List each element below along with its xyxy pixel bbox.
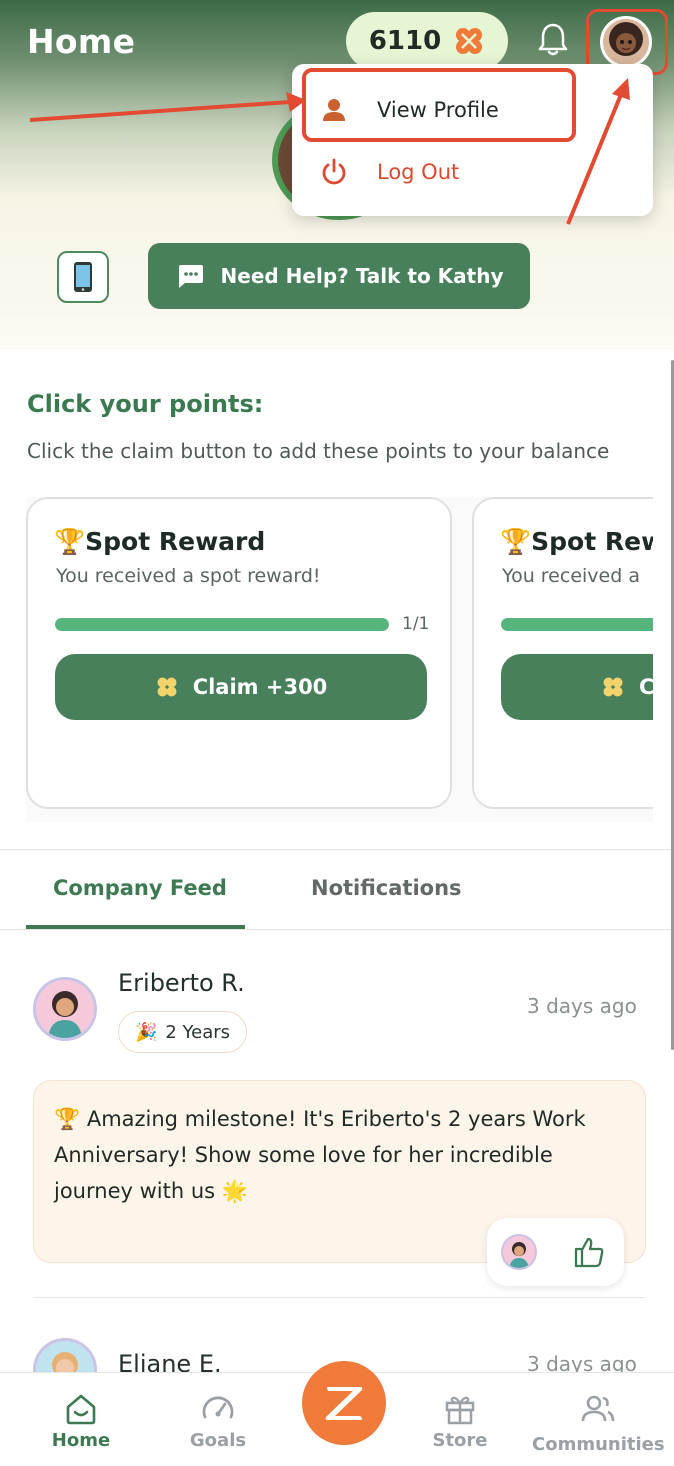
trophy-icon: 🏆	[54, 527, 86, 556]
reward-progress-fill	[501, 618, 653, 631]
reward-cards-carousel[interactable]: 🏆Spot Reward You received a spot reward!…	[26, 497, 653, 822]
anniversary-badge: 🎉 2 Years	[118, 1011, 247, 1053]
nav-label: Home	[51, 1430, 111, 1451]
chat-bubble-icon	[178, 265, 203, 288]
nav-label: Store	[432, 1430, 488, 1451]
gift-icon	[445, 1396, 475, 1425]
post-timestamp: 3 days ago	[527, 994, 637, 1018]
nav-item-goals[interactable]: Goals	[158, 1373, 278, 1466]
app-logo-button[interactable]	[302, 1361, 386, 1445]
post-text: 🏆 Amazing milestone! It's Eriberto's 2 y…	[54, 1107, 586, 1203]
reward-progress-bar	[501, 618, 653, 631]
clover-icon	[157, 677, 177, 697]
thumbs-up-icon[interactable]	[571, 1234, 607, 1270]
nav-item-communities[interactable]: Communities	[532, 1373, 665, 1466]
reward-card-subtitle: You received a	[502, 565, 640, 587]
points-clover-icon	[456, 28, 483, 54]
reactions-pill	[487, 1218, 624, 1286]
claim-button[interactable]: Claim +300	[55, 654, 427, 720]
post-separator	[33, 1297, 646, 1298]
home-icon	[66, 1394, 96, 1425]
z-logo-icon	[325, 1387, 363, 1420]
claim-button-label: Claim +300	[192, 675, 328, 699]
annotation-arrow-right	[566, 78, 630, 225]
nav-label: Communities	[532, 1434, 665, 1455]
divider	[0, 849, 674, 850]
people-icon	[581, 1395, 615, 1422]
post-author-name[interactable]: Eriberto R.	[118, 969, 245, 997]
reward-card: 🏆Spot Reward You received a spot reward!…	[26, 497, 452, 809]
reactor-avatar[interactable]	[501, 1234, 537, 1270]
reward-progress-text: 1/1	[402, 614, 430, 634]
reward-card-subtitle: You received a spot reward!	[56, 565, 321, 587]
bell-icon[interactable]	[535, 20, 571, 58]
power-icon	[322, 158, 346, 185]
claim-section-title: Click your points:	[27, 390, 264, 418]
view-profile-highlight-annotation	[302, 68, 576, 142]
clover-icon	[603, 677, 623, 697]
reward-progress-fill	[55, 618, 389, 631]
divider	[0, 929, 674, 930]
post-author-avatar[interactable]	[33, 977, 97, 1041]
reward-card: 🏆Spot Rew You received a C	[472, 497, 653, 809]
annotation-arrow-left	[29, 92, 306, 122]
page-title: Home	[27, 22, 136, 61]
need-help-label: Need Help? Talk to Kathy	[220, 264, 504, 288]
sparkle-star-icon: 🌟	[215, 1179, 248, 1203]
reward-progress-bar	[55, 618, 389, 631]
trophy-icon: 🏆	[54, 1107, 87, 1131]
claim-button[interactable]: C	[501, 654, 653, 720]
party-popper-icon: 🎉	[134, 1021, 158, 1043]
mobile-phone-icon	[74, 262, 92, 292]
nav-item-store[interactable]: Store	[400, 1373, 520, 1466]
claim-section-subtitle: Click the claim button to add these poin…	[27, 439, 610, 463]
badge-label: 2 Years	[165, 1021, 231, 1043]
tab-notifications[interactable]: Notifications	[311, 876, 462, 900]
nav-label: Goals	[189, 1430, 247, 1451]
reward-card-title: 🏆Spot Rew	[500, 527, 653, 556]
points-balance[interactable]: 6110	[346, 12, 508, 70]
phone-button[interactable]	[57, 251, 109, 303]
points-value: 6110	[368, 26, 442, 56]
tab-company-feed[interactable]: Company Feed	[53, 876, 227, 900]
log-out-label: Log Out	[377, 160, 460, 184]
gauge-icon	[202, 1396, 234, 1419]
trophy-icon: 🏆	[500, 527, 532, 556]
claim-button-label: C	[639, 675, 653, 699]
reward-card-title: 🏆Spot Reward	[54, 527, 266, 556]
nav-item-home[interactable]: Home	[21, 1373, 141, 1466]
need-help-button[interactable]: Need Help? Talk to Kathy	[148, 243, 530, 309]
